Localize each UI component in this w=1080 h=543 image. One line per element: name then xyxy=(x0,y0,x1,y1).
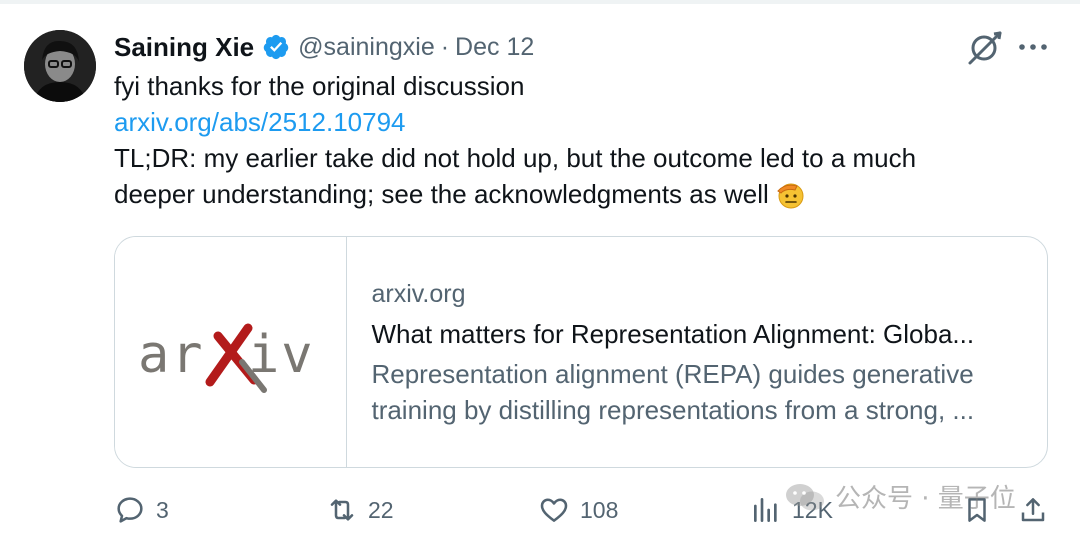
retweet-icon xyxy=(330,499,354,521)
reply-count: 3 xyxy=(156,496,169,523)
like-count: 108 xyxy=(580,496,619,523)
share-icon xyxy=(1021,498,1045,522)
tweet-header: Saining Xie @sainingxie · Dec 12 xyxy=(114,30,534,64)
tweet-text-line: deeper understanding; see the acknowledg… xyxy=(114,176,805,212)
retweet-count: 22 xyxy=(368,496,394,523)
svg-text:iv: iv xyxy=(248,325,315,385)
retweet-button[interactable]: 22 xyxy=(326,494,394,526)
header-separator: · xyxy=(440,32,450,61)
card-description-line: training by distilling representations f… xyxy=(371,395,975,425)
card-body: arxiv.org What matters for Representatio… xyxy=(347,237,1047,467)
card-title[interactable]: What matters for Representation Alignmen… xyxy=(371,315,1047,353)
watermark: 公众号 · 量子位 xyxy=(783,478,1016,515)
watermark-text: 公众号 · 量子位 xyxy=(835,484,1016,514)
card-domain: arxiv.org xyxy=(371,280,466,308)
grok-icon[interactable] xyxy=(966,28,1004,66)
link-card[interactable]: ar iv arxiv.org What matters for Represe… xyxy=(114,236,1048,468)
tweet-link[interactable]: arxiv.org/abs/2512.10794 xyxy=(114,104,406,140)
verified-badge-icon xyxy=(262,33,290,61)
saluting-face-icon xyxy=(775,179,805,209)
top-divider xyxy=(0,0,1080,4)
like-icon xyxy=(540,498,568,522)
svg-text:ar: ar xyxy=(138,325,205,385)
share-button[interactable] xyxy=(1018,494,1048,526)
reply-button[interactable]: 3 xyxy=(114,494,169,526)
views-icon xyxy=(754,498,777,522)
author-name[interactable]: Saining Xie xyxy=(114,32,254,63)
author-handle[interactable]: @sainingxie xyxy=(298,33,435,62)
tweet-text-line: TL;DR: my earlier take did not hold up, … xyxy=(114,143,917,173)
tweet-text-segment: deeper understanding; see the acknowledg… xyxy=(114,179,769,209)
avatar[interactable] xyxy=(24,30,96,102)
more-icon[interactable] xyxy=(1016,28,1050,66)
reply-icon xyxy=(117,497,143,523)
tweet-text-line: fyi thanks for the original discussion xyxy=(114,71,525,101)
arxiv-logo: ar iv xyxy=(138,323,315,393)
tweet-date[interactable]: Dec 12 xyxy=(455,33,534,62)
wechat-logo-icon xyxy=(786,483,824,510)
like-button[interactable]: 108 xyxy=(538,494,618,526)
card-thumbnail: ar iv xyxy=(115,237,348,467)
card-description-line: Representation alignment (REPA) guides g… xyxy=(371,359,974,389)
